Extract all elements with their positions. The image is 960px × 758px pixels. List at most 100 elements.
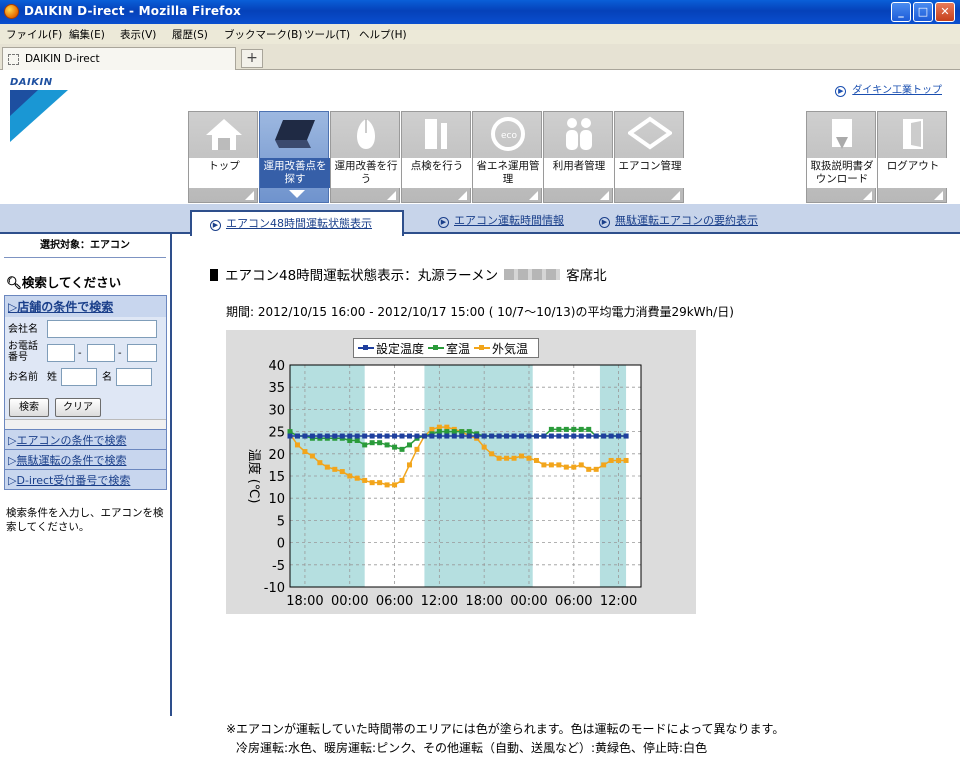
y-tick-label: 25 [268,426,285,441]
surname-input[interactable] [61,368,97,386]
expand-triangle-icon [289,190,305,198]
sidebar: 選択対象：エアコン 🔍︎検索してください ▷店舗の条件で検索 会社名 お電話番号… [0,234,172,716]
data-point-0 [399,433,405,439]
aircon-icon [615,112,685,156]
direct-number-search-link[interactable]: ▷D-irect受付番号で検索 [4,470,167,490]
aircon-search-link[interactable]: ▷エアコンの条件で検索 [4,430,167,450]
menu-help[interactable]: ヘルプ(H) [359,27,407,42]
data-point-0 [384,433,390,439]
x-tick-label: 00:00 [331,594,368,609]
data-point-0 [362,433,368,439]
phone-input-3[interactable] [127,344,157,362]
given-name-input[interactable] [116,368,152,386]
nav-button-label: 取扱説明書ダウンロード [807,158,877,188]
data-point-2 [377,480,383,486]
daikin-top-link[interactable]: ▶ ダイキン工業トップ [835,81,942,97]
nav-button-3[interactable]: 点検を行う [401,111,472,203]
data-point-0 [496,433,502,439]
data-point-0 [504,433,510,439]
data-point-1 [377,440,383,446]
data-point-2 [347,473,353,479]
nav-button-6[interactable]: エアコン管理 [614,111,685,203]
x-tick-label: 18:00 [465,594,502,609]
horizontal-scrollbar[interactable] [5,419,166,429]
data-point-0 [339,433,345,439]
logo-triangle-icon [10,90,68,142]
menu-history[interactable]: 履歴(S) [172,27,208,42]
nav-button-2[interactable]: 運用改善を行う [330,111,401,203]
y-tick-label: 15 [268,470,285,485]
data-point-2 [601,462,607,468]
expand-triangle-icon [387,191,396,200]
data-point-1 [287,429,293,435]
data-point-0 [466,433,472,439]
data-point-0 [369,433,375,439]
close-button[interactable]: ✕ [935,2,955,22]
nav-button-0[interactable]: トップ [188,111,259,203]
tab-48h-status-label[interactable]: ▶ エアコン48時間運転状態表示 [210,215,372,231]
data-point-0 [324,433,330,439]
manual-download-icon [807,112,877,156]
y-tick-label: -10 [264,581,285,596]
logout-icon [878,112,948,156]
data-point-2 [294,442,300,448]
y-tick-label: 20 [268,448,285,463]
data-point-2 [511,455,517,461]
new-tab-button[interactable]: + [241,49,263,68]
title-bullet [210,269,218,281]
link-waste-summary[interactable]: ▶ 無駄運転エアコンの要約表示 [599,212,758,228]
nav-button-7[interactable]: 取扱説明書ダウンロード [806,111,877,203]
firefox-icon [4,4,19,19]
page-title: エアコン48時間運転状態表示：丸源ラーメン 客席北 [210,264,607,284]
data-point-0 [571,433,577,439]
nav-button-label: トップ [189,158,259,188]
data-point-2 [332,466,338,472]
nav-button-1[interactable]: 運用改善点を探す [259,111,330,203]
store-search-header[interactable]: ▷店舗の条件で検索 [5,296,166,317]
phone-dash-1: - [78,348,82,359]
window-titlebar: DAIKIN D-irect - Mozilla Firefox _ □ ✕ [0,0,960,24]
data-point-0 [541,433,547,439]
expand-triangle-icon [600,191,609,200]
legend-item-1: 室温 [428,340,470,357]
chart-legend: 設定温度 室温 外気温 [353,338,540,358]
footnote: ※エアコンが運転していた時間帯のエリアには色が塗られます。色は運転のモードによっ… [226,720,784,758]
phone-input-1[interactable] [47,344,75,362]
phone-input-2[interactable] [87,344,115,362]
nav-button-8[interactable]: ログアウト [877,111,948,203]
waste-search-link[interactable]: ▷無駄運転の条件で検索 [4,450,167,470]
search-icon: 🔍︎ [6,275,22,290]
company-label: 会社名 [8,324,38,335]
title-suffix: 客席北 [566,268,607,284]
menu-bar: ファイル(F) 編集(E) 表示(V) 履歴(S) ブックマーク(B) ツール(… [0,24,960,44]
menu-view[interactable]: 表示(V) [120,27,156,42]
browser-tab[interactable]: DAIKIN D-irect [2,47,236,70]
data-point-2 [309,453,315,459]
link-operation-time[interactable]: ▶ エアコン運転時間情報 [438,212,564,228]
eco-icon: eco [473,112,543,156]
laptop-icon [260,112,330,156]
minimize-button[interactable]: _ [891,2,911,22]
nav-button-label: 運用改善を行う [331,158,401,188]
daikin-top-link-label: ダイキン工業トップ [852,85,942,96]
menu-bookmarks[interactable]: ブックマーク(B) [224,27,302,42]
nav-button-4[interactable]: eco 省エネ運用管理 [472,111,543,203]
menu-edit[interactable]: 編集(E) [69,27,105,42]
data-point-2 [541,462,547,468]
company-input[interactable] [47,320,157,338]
daikin-logo[interactable]: DAIKIN [10,77,68,142]
data-point-2 [504,455,510,461]
house-icon [189,112,259,156]
menu-file[interactable]: ファイル(F) [6,27,62,42]
nav-button-5[interactable]: 利用者管理 [543,111,614,203]
sub-nav: ▶ エアコン48時間運転状態表示 ▶ エアコン運転時間情報 ▶ 無駄運転エアコンの要約… [0,204,960,236]
menu-tools[interactable]: ツール(T) [304,27,350,42]
search-button[interactable]: 検索 [9,398,49,417]
clear-button[interactable]: クリア [55,398,101,417]
redacted-name [504,269,561,280]
expand-triangle-icon [863,191,872,200]
mouse-icon [331,112,401,156]
data-point-0 [481,433,487,439]
y-tick-label: 5 [277,514,285,529]
maximize-button[interactable]: □ [913,2,933,22]
